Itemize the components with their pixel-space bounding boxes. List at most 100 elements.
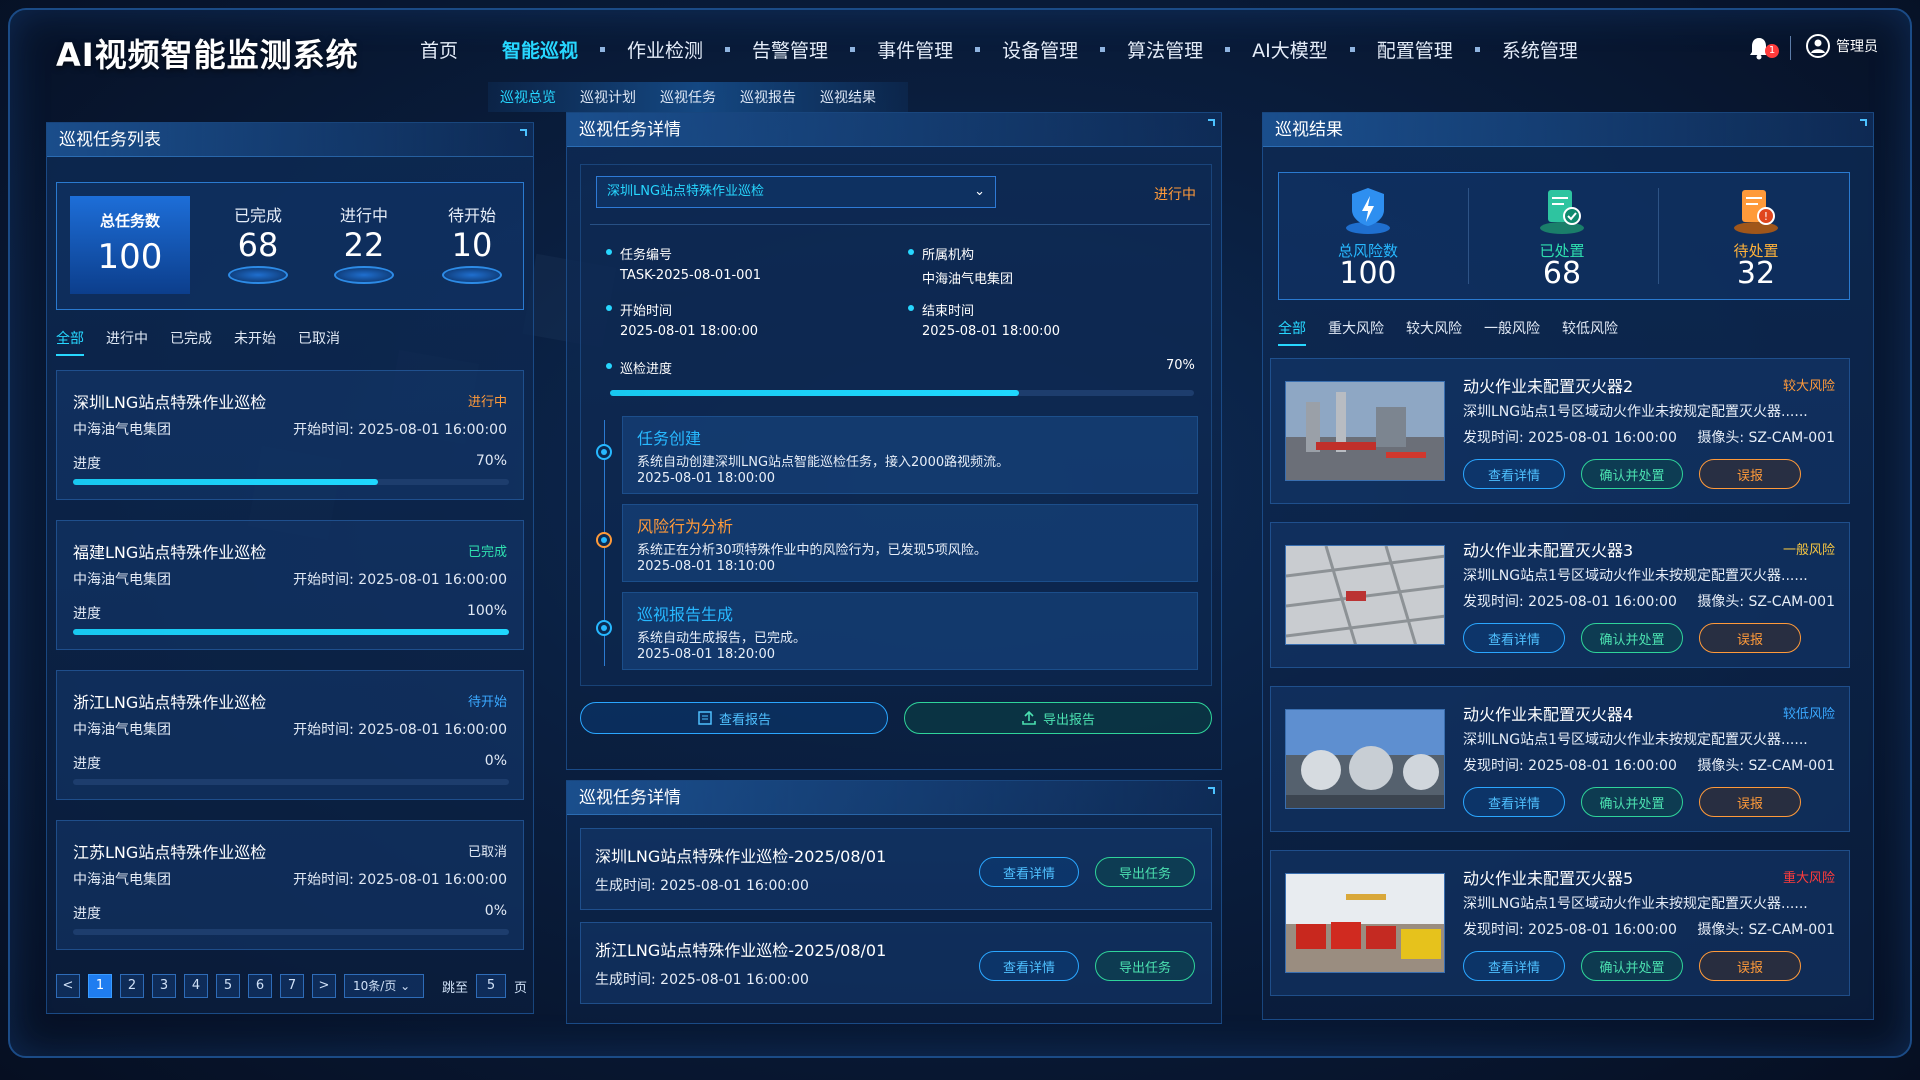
next-page-button[interactable]: > — [312, 974, 336, 998]
view-detail-button[interactable]: 查看详情 — [1463, 623, 1565, 653]
task-title: 福建LNG站点特殊作业巡检 — [73, 543, 267, 562]
timeline-dot-icon — [596, 444, 612, 460]
handled-doc-icon — [1540, 190, 1584, 234]
tab-major-risk[interactable]: 重大风险 — [1328, 318, 1384, 346]
document-icon — [698, 711, 712, 725]
scene-thumbnail[interactable] — [1285, 709, 1445, 809]
tab-all[interactable]: 全部 — [56, 328, 84, 356]
confirm-handle-button[interactable]: 确认并处置 — [1581, 459, 1683, 489]
page-button[interactable]: 3 — [152, 974, 176, 998]
task-filter-tabs: 全部 进行中 已完成 未开始 已取消 — [56, 328, 362, 356]
scene-thumbnail[interactable] — [1285, 873, 1445, 973]
org-label: 所属机构 — [907, 244, 974, 263]
tab-low-risk[interactable]: 较低风险 — [1562, 318, 1618, 346]
page-button[interactable]: 6 — [248, 974, 272, 998]
result-title: 动火作业未配置灭火器2 — [1463, 377, 1634, 396]
false-alarm-button[interactable]: 误报 — [1699, 459, 1801, 489]
task-select[interactable]: 深圳LNG站点特殊作业巡检 ⌄ — [596, 176, 996, 208]
tab-high-risk[interactable]: 较大风险 — [1406, 318, 1462, 346]
divider — [590, 224, 1210, 225]
page-button[interactable]: 2 — [120, 974, 144, 998]
nav-home[interactable]: 首页 — [398, 36, 480, 63]
view-detail-button[interactable]: 查看详情 — [1463, 951, 1565, 981]
tab-not-started[interactable]: 未开始 — [234, 328, 276, 356]
nav-ai-model[interactable]: AI大模型 — [1230, 36, 1350, 63]
nav-smart-patrol[interactable]: 智能巡视 — [480, 36, 600, 63]
view-detail-button[interactable]: 查看详情 — [1463, 787, 1565, 817]
risk-level-badge: 重大风险 — [1782, 871, 1835, 886]
tab-cancelled[interactable]: 已取消 — [298, 328, 340, 356]
tab-done[interactable]: 已完成 — [170, 328, 212, 356]
task-card[interactable]: 福建LNG站点特殊作业巡检 已完成 中海油气电集团 开始时间: 2025-08-01 … — [56, 520, 524, 650]
false-alarm-button[interactable]: 误报 — [1699, 623, 1801, 653]
result-desc: 深圳LNG站点1号区域动火作业未按规定配置灭火器...... — [1463, 732, 1808, 748]
view-detail-button[interactable]: 查看详情 — [979, 951, 1079, 981]
tab-running[interactable]: 进行中 — [106, 328, 148, 356]
export-task-button[interactable]: 导出任务 — [1095, 857, 1195, 887]
page-button[interactable]: 7 — [280, 974, 304, 998]
confirm-handle-button[interactable]: 确认并处置 — [1581, 951, 1683, 981]
result-card: 动火作业未配置灭火器5 重大风险 深圳LNG站点1号区域动火作业未按规定配置灭火器.… — [1270, 850, 1850, 996]
tab-all[interactable]: 全部 — [1278, 318, 1306, 346]
pending-value: 32 — [1736, 256, 1776, 291]
scene-thumbnail[interactable] — [1285, 545, 1445, 645]
scene-thumbnail[interactable] — [1285, 381, 1445, 481]
confirm-handle-button[interactable]: 确认并处置 — [1581, 787, 1683, 817]
view-report-button[interactable]: 查看报告 — [580, 702, 888, 734]
step-title: 巡视报告生成 — [637, 605, 734, 624]
jump-page-input[interactable]: 5 — [476, 974, 507, 998]
nav-device[interactable]: 设备管理 — [980, 36, 1100, 63]
page-button[interactable]: 1 — [88, 974, 112, 998]
done-value: 68 — [237, 226, 279, 264]
page-button[interactable]: 5 — [216, 974, 240, 998]
export-task-button[interactable]: 导出任务 — [1095, 951, 1195, 981]
subnav-overview[interactable]: 巡视总览 — [488, 87, 568, 107]
total-tasks-label: 总任务数 — [99, 212, 160, 230]
page-button[interactable]: 4 — [184, 974, 208, 998]
header-divider — [1790, 36, 1791, 60]
prev-page-button[interactable]: < — [56, 974, 80, 998]
task-card[interactable]: 江苏LNG站点特殊作业巡检 已取消 中海油气电集团 开始时间: 2025-08-01 … — [56, 820, 524, 950]
task-select-value: 深圳LNG站点特殊作业巡检 — [607, 184, 765, 199]
task-status-badge: 已完成 — [467, 545, 507, 560]
report-time: 生成时间: 2025-08-01 16:00:00 — [595, 878, 809, 894]
nav-system[interactable]: 系统管理 — [1480, 36, 1600, 63]
task-card[interactable]: 浙江LNG站点特殊作业巡检 待开始 中海油气电集团 开始时间: 2025-08-01 … — [56, 670, 524, 800]
false-alarm-button[interactable]: 误报 — [1699, 787, 1801, 817]
user-menu[interactable]: 管理员 — [1806, 34, 1878, 58]
nav-alarm[interactable]: 告警管理 — [730, 36, 850, 63]
nav-algorithm[interactable]: 算法管理 — [1105, 36, 1225, 63]
view-detail-button[interactable]: 查看详情 — [1463, 459, 1565, 489]
task-org: 中海油气电集团 — [73, 722, 171, 738]
confirm-handle-button[interactable]: 确认并处置 — [1581, 623, 1683, 653]
subnav-plan[interactable]: 巡视计划 — [568, 87, 648, 107]
pedestal-icon — [334, 266, 394, 284]
false-alarm-button[interactable]: 误报 — [1699, 951, 1801, 981]
jump-label: 跳至 — [442, 980, 469, 996]
risk-level-badge: 较低风险 — [1782, 707, 1835, 722]
page-size-select[interactable]: 10条/页 ⌄ — [344, 974, 424, 998]
step-time: 2025-08-01 18:20:00 — [637, 647, 776, 662]
pending-value: 10 — [451, 226, 493, 264]
view-report-label: 查看报告 — [718, 712, 771, 728]
nav-event[interactable]: 事件管理 — [855, 36, 975, 63]
export-report-button[interactable]: 导出报告 — [904, 702, 1212, 734]
export-report-label: 导出报告 — [1042, 712, 1095, 728]
task-title: 江苏LNG站点特殊作业巡检 — [73, 843, 267, 862]
step-time: 2025-08-01 18:00:00 — [637, 471, 776, 486]
task-status-badge: 待开始 — [467, 695, 507, 710]
view-detail-button[interactable]: 查看详情 — [979, 857, 1079, 887]
progress-fill — [73, 629, 509, 635]
panel-title: 巡视任务详情 — [567, 781, 1221, 815]
sub-nav: 巡视总览 巡视计划 巡视任务 巡视报告 巡视结果 — [488, 82, 908, 112]
subnav-report[interactable]: 巡视报告 — [728, 87, 808, 107]
subnav-task[interactable]: 巡视任务 — [648, 87, 728, 107]
step-desc: 系统自动生成报告，已完成。 — [637, 631, 807, 646]
subnav-result[interactable]: 巡视结果 — [808, 87, 888, 107]
progress-label: 进度 — [73, 906, 101, 922]
task-card[interactable]: 深圳LNG站点特殊作业巡检 进行中 中海油气电集团 开始时间: 2025-08-01 … — [56, 370, 524, 500]
upload-icon — [1022, 710, 1036, 725]
nav-config[interactable]: 配置管理 — [1355, 36, 1475, 63]
nav-work-detection[interactable]: 作业检测 — [605, 36, 725, 63]
tab-general-risk[interactable]: 一般风险 — [1484, 318, 1540, 346]
